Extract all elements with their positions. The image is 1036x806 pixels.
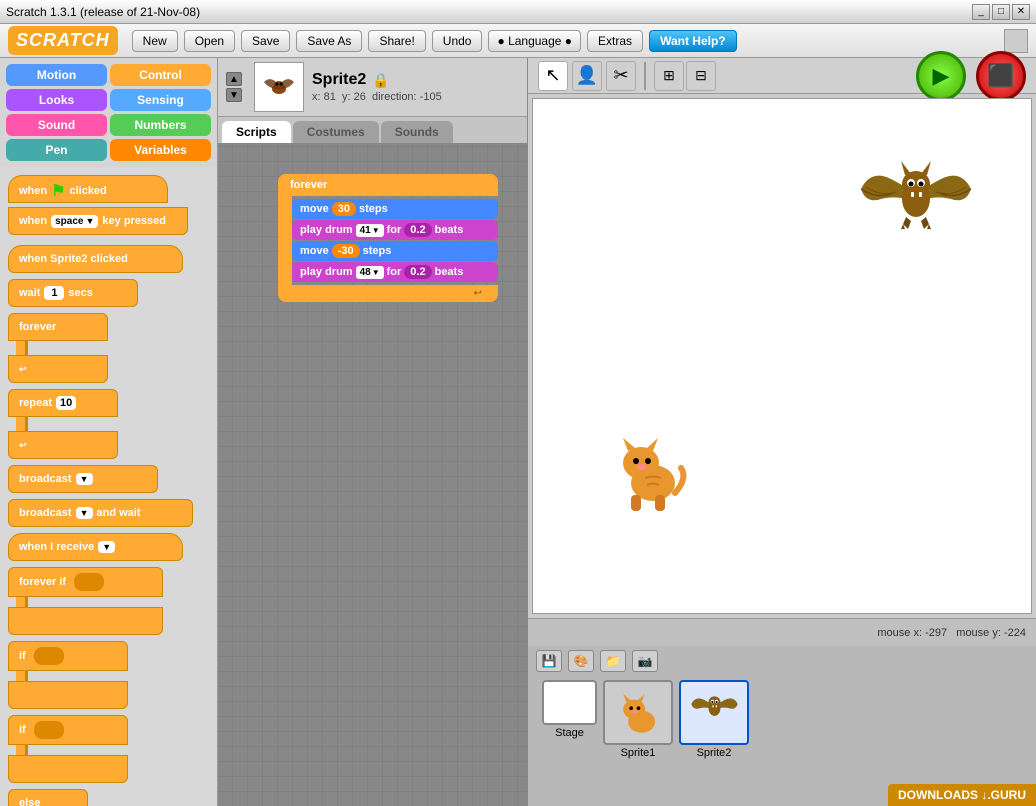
stage-item[interactable]: Stage [542, 680, 597, 802]
category-numbers[interactable]: Numbers [110, 114, 211, 136]
stop-button[interactable]: ⬛ [976, 51, 1026, 101]
save-button[interactable]: Save [241, 30, 290, 52]
next-sprite-btn[interactable]: ▼ [226, 88, 242, 102]
window-controls[interactable]: _ □ ✕ [972, 4, 1030, 20]
title-bar: Scratch 1.3.1 (release of 21-Nov-08) _ □… [0, 0, 1036, 24]
block-if[interactable]: if [8, 641, 128, 709]
block-else[interactable]: else [8, 789, 88, 806]
script-editor[interactable]: forever move 30 steps play [218, 144, 527, 806]
block-wait[interactable]: wait 1 secs [8, 279, 138, 307]
save-sprite-btn[interactable]: 💾 [536, 650, 562, 672]
main-area: Motion Control Looks Sensing Sound Numbe… [0, 58, 1036, 806]
block-if2[interactable]: if [8, 715, 128, 783]
flag-icon: ⚑ [51, 181, 65, 201]
category-sound[interactable]: Sound [6, 114, 107, 136]
script-block-group: forever move 30 steps play [278, 174, 498, 302]
menu-bar: SCRATCH New Open Save Save As Share! Und… [0, 24, 1036, 58]
block-forever-if[interactable]: forever if [8, 567, 163, 635]
block-broadcast-wait[interactable]: broadcast ▼ and wait [8, 499, 193, 527]
minimize-button[interactable]: _ [972, 4, 990, 20]
move1-block[interactable]: move 30 steps [292, 199, 498, 219]
block-when-clicked[interactable]: when ⚑ clicked [8, 175, 168, 203]
status-bar: mouse x: -297 mouse y: -224 [528, 618, 1036, 646]
category-variables[interactable]: Variables [110, 139, 211, 161]
language-button[interactable]: ● Language ● [488, 30, 581, 52]
category-pen[interactable]: Pen [6, 139, 107, 161]
sprite-header: ▲ ▼ Sprite2 🔒 x: 81 y: [218, 58, 527, 117]
sprite-item-2[interactable]: Sprite2 [679, 680, 749, 802]
play-stop-controls: ▶ ⬛ [916, 51, 1026, 101]
sprite-lock-icon: 🔒 [372, 72, 389, 89]
forever-block-header: forever [278, 174, 498, 196]
extras-button[interactable]: Extras [587, 30, 643, 52]
open-button[interactable]: Open [184, 30, 235, 52]
tab-scripts[interactable]: Scripts [222, 121, 291, 143]
category-motion[interactable]: Motion [6, 64, 107, 86]
sprite2-label: Sprite2 [697, 747, 732, 759]
tab-bar: Scripts Costumes Sounds [218, 117, 527, 144]
cat-sprite [603, 423, 693, 513]
category-looks[interactable]: Looks [6, 89, 107, 111]
stage-label: Stage [555, 727, 584, 739]
scale-up-tool[interactable]: ⊞ [654, 61, 684, 91]
paint-sprite-btn[interactable]: 🎨 [568, 650, 594, 672]
sprite-item-1[interactable]: Sprite1 [603, 680, 673, 802]
category-sensing[interactable]: Sensing [110, 89, 211, 111]
play-drum1-block[interactable]: play drum 41▼ for 0.2 beats [292, 220, 498, 240]
scratch-logo: SCRATCH [8, 26, 118, 55]
new-button[interactable]: New [132, 30, 178, 52]
go-button[interactable]: ▶ [916, 51, 966, 101]
sprite-panel: 💾 🎨 📁 📷 Stage [528, 646, 1036, 806]
tab-sounds[interactable]: Sounds [381, 121, 453, 143]
camera-sprite-btn[interactable]: 📷 [632, 650, 658, 672]
tool-buttons: ↖ 👤 ✂ ⊞ ⊟ [538, 61, 716, 91]
window-title: Scratch 1.3.1 (release of 21-Nov-08) [6, 5, 200, 19]
scale-tools: ⊞ ⊟ [654, 61, 716, 91]
play-drum2-block[interactable]: play drum 48▼ for 0.2 beats [292, 262, 498, 282]
pointer-tool[interactable]: ↖ [538, 61, 568, 91]
prev-sprite-btn[interactable]: ▲ [226, 72, 242, 86]
sprite1-label: Sprite1 [621, 747, 656, 759]
category-control[interactable]: Control [110, 64, 211, 86]
script-panel: ▲ ▼ Sprite2 🔒 x: 81 y: [218, 58, 528, 806]
sprite-name: Sprite2 [312, 71, 366, 89]
mouse-coords: mouse x: -297 mouse y: -224 [877, 627, 1026, 639]
close-button[interactable]: ✕ [1012, 4, 1030, 20]
block-when-sprite-clicked[interactable]: when Sprite2 clicked [8, 245, 183, 273]
help-button[interactable]: Want Help? [649, 30, 737, 52]
stage-thumbnail [542, 680, 597, 725]
sprite-panel-toolbar: 💾 🎨 📁 📷 [528, 646, 1036, 676]
right-panel: ↖ 👤 ✂ ⊞ ⊟ ▶ ⬛ [528, 58, 1036, 806]
block-when-receive[interactable]: when I receive ▼ [8, 533, 183, 561]
page-icon [1004, 29, 1028, 53]
stamp-tool[interactable]: 👤 [572, 61, 602, 91]
stage-canvas [532, 98, 1032, 614]
share-button[interactable]: Share! [368, 30, 425, 52]
sprite1-thumbnail [603, 680, 673, 745]
maximize-button[interactable]: □ [992, 4, 1010, 20]
stage-toolbar: ↖ 👤 ✂ ⊞ ⊟ ▶ ⬛ [528, 58, 1036, 94]
blocks-list: when ⚑ clicked when space ▼ key pressed … [0, 167, 217, 806]
sprite-thumbnail [254, 62, 304, 112]
sprite-info: Sprite2 🔒 x: 81 y: 26 direction: -105 [312, 71, 519, 103]
block-forever[interactable]: forever ↩ [8, 313, 108, 383]
folder-sprite-btn[interactable]: 📁 [600, 650, 626, 672]
tab-costumes[interactable]: Costumes [293, 121, 379, 143]
block-repeat[interactable]: repeat 10 ↩ [8, 389, 118, 459]
sprite2-thumbnail [679, 680, 749, 745]
blocks-panel: Motion Control Looks Sensing Sound Numbe… [0, 58, 218, 806]
tool-divider [644, 62, 646, 90]
sprite-coordinates: x: 81 y: 26 direction: -105 [312, 91, 519, 103]
undo-button[interactable]: Undo [432, 30, 483, 52]
block-when-key[interactable]: when space ▼ key pressed [8, 207, 188, 235]
move2-block[interactable]: move -30 steps [292, 241, 498, 261]
scale-down-tool[interactable]: ⊟ [686, 61, 716, 91]
bat-sprite [851, 149, 981, 269]
save-as-button[interactable]: Save As [296, 30, 362, 52]
scissors-tool[interactable]: ✂ [606, 61, 636, 91]
category-buttons: Motion Control Looks Sensing Sound Numbe… [0, 58, 217, 167]
watermark: DOWNLOADS ↓.GURU [888, 784, 1036, 806]
block-broadcast[interactable]: broadcast ▼ [8, 465, 158, 493]
